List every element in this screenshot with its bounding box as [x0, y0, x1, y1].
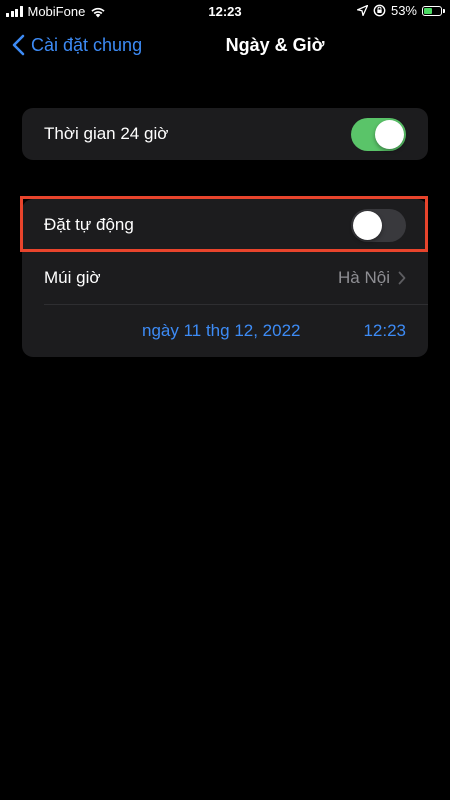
navigation-bar: Cài đặt chung Ngày & Giờ	[0, 30, 450, 64]
location-arrow-icon	[356, 5, 368, 16]
status-right: 53%	[356, 3, 445, 18]
time24-toggle[interactable]	[351, 117, 406, 151]
time24-label: Thời gian 24 giờ	[44, 124, 169, 143]
battery-fill	[424, 7, 433, 14]
battery-icon	[422, 5, 445, 16]
set-automatically-label: Đặt tự động	[44, 215, 134, 234]
timezone-label: Múi giờ	[44, 268, 101, 287]
date-time-row: ngày 11 thg 12, 2022 12:23	[22, 305, 428, 357]
rotation-lock-icon	[373, 4, 386, 17]
time-format-group: Thời gian 24 giờ	[22, 108, 428, 160]
chevron-right-icon	[398, 271, 406, 285]
settings-screen: MobiFone 12:23 53% Cài đặt chung Ngày & …	[0, 0, 450, 800]
timezone-row[interactable]: Múi giờ Hà Nội	[22, 252, 428, 304]
toggle-knob	[353, 210, 382, 240]
toggle-knob	[375, 119, 404, 149]
battery-percent: 53%	[390, 3, 417, 18]
time24-row: Thời gian 24 giờ	[22, 108, 428, 160]
status-bar: MobiFone 12:23 53%	[0, 0, 450, 24]
date-value[interactable]: ngày 11 thg 12, 2022	[142, 321, 301, 341]
time-value[interactable]: 12:23	[363, 321, 406, 341]
page-title: Ngày & Giờ	[225, 35, 325, 55]
timezone-value: Hà Nội	[338, 268, 390, 287]
set-automatically-toggle[interactable]	[351, 208, 406, 242]
date-time-group: Đặt tự động Múi giờ Hà Nội ngày 11 thg 1…	[22, 199, 428, 357]
set-automatically-row: Đặt tự động	[22, 199, 428, 251]
